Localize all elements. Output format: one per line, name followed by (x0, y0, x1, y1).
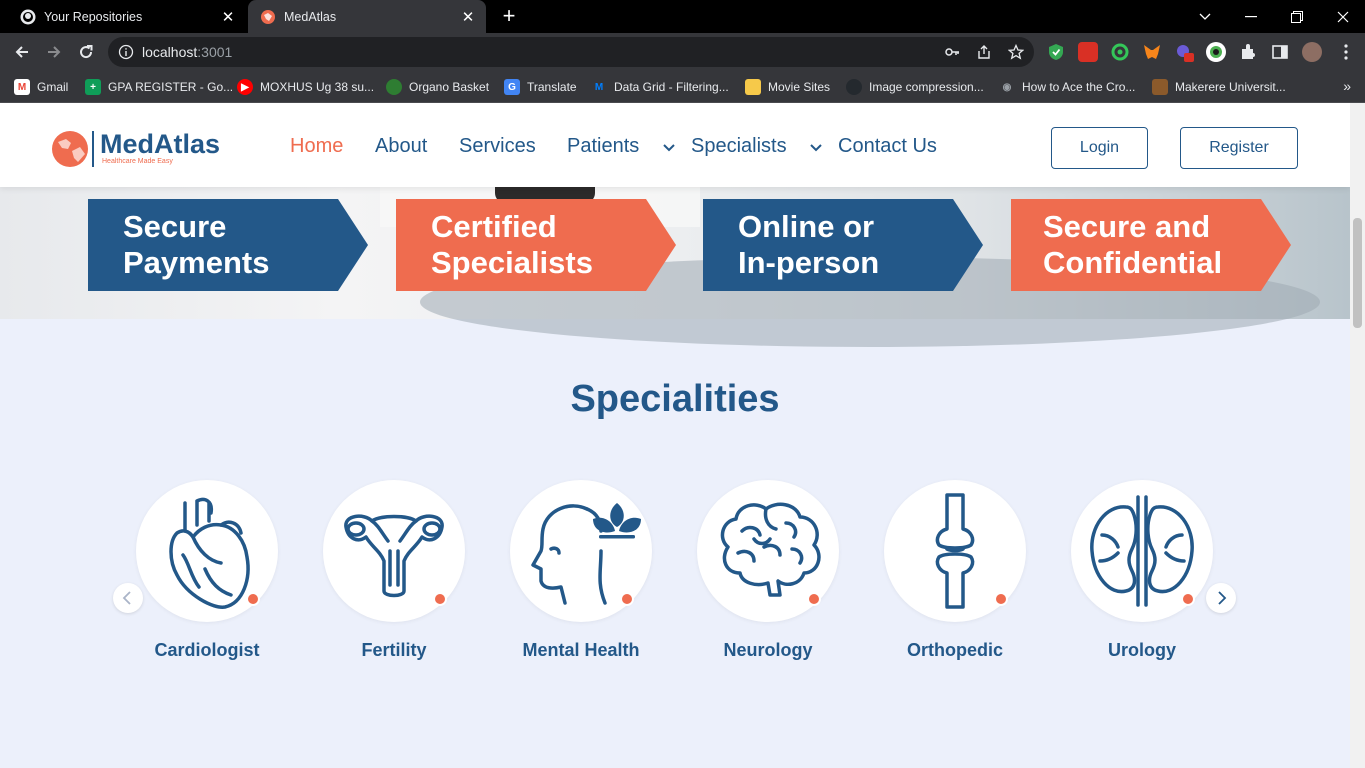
specialists-chevron-down-icon[interactable] (809, 140, 823, 154)
speciality-label: Cardiologist (154, 640, 260, 660)
feature-secure-and-confidential: Secure and Confidential (1011, 199, 1291, 291)
tab-title: Your Repositories (44, 9, 143, 24)
carousel-prev-chevron-icon[interactable] (113, 583, 143, 613)
specialities-heading: Specialities (570, 378, 780, 420)
close-window-icon[interactable] (1320, 0, 1365, 33)
share-icon[interactable] (976, 44, 992, 60)
carousel-next-chevron-icon[interactable] (1206, 583, 1236, 613)
speciality-label: Orthopedic (906, 640, 1003, 660)
speciality-label: Fertility (361, 640, 427, 660)
youtube-icon: ▶ (237, 79, 253, 95)
bookmarks-bar: M Gmail + GPA REGISTER - Go... ▶ MOXHUS … (0, 71, 1365, 103)
tab-medatlas[interactable]: MedAtlas ✕ (248, 0, 486, 33)
logo-name: MedAtlas (100, 129, 221, 159)
mui-icon: M (594, 81, 604, 93)
burst-extension-icon[interactable] (1174, 42, 1194, 62)
speciality-indicator-dot (620, 592, 634, 606)
nav-about[interactable]: About (375, 135, 427, 158)
nav-services[interactable]: Services (459, 135, 536, 158)
green-ring-extension-icon[interactable] (1110, 42, 1130, 62)
register-button[interactable]: Register (1180, 127, 1298, 169)
more-bookmarks-icon[interactable]: » (1343, 78, 1351, 94)
github-icon (846, 79, 862, 95)
page-scrollbar[interactable] (1350, 103, 1365, 768)
metamask-fox-icon[interactable] (1142, 42, 1162, 62)
site-header: MedAtlas Healthcare Made Easy Home About… (0, 103, 1350, 187)
forward-arrow-icon[interactable] (42, 40, 66, 64)
login-button[interactable]: Login (1051, 127, 1148, 169)
eye-icon: ◉ (1002, 81, 1012, 93)
speciality-indicator-dot (433, 592, 447, 606)
bookmark-image-compression[interactable]: Image compression... (846, 77, 984, 97)
nav-specialists[interactable]: Specialists (691, 135, 787, 158)
restore-icon[interactable] (1274, 0, 1320, 33)
speciality-indicator-dot (1181, 592, 1195, 606)
speciality-indicator-dot (246, 592, 260, 606)
bookmark-how-to-ace[interactable]: ◉ How to Ace the Cro... (999, 77, 1136, 97)
back-arrow-icon[interactable] (10, 40, 34, 64)
speciality-label: Urology (1107, 640, 1176, 660)
gmail-icon: M (14, 79, 30, 95)
new-tab-plus-icon[interactable]: + (498, 5, 520, 27)
feature-secure-payments: Secure Payments (88, 199, 368, 291)
url-text: localhost:3001 (142, 44, 233, 60)
nav-patients[interactable]: Patients (567, 135, 639, 158)
translate-icon: G (504, 79, 520, 95)
bookmark-makerere[interactable]: Makerere Universit... (1152, 77, 1286, 97)
logo-tagline: Healthcare Made Easy (102, 158, 173, 165)
circle-extension-icon[interactable] (1206, 42, 1226, 62)
folder-icon (745, 79, 761, 95)
red-extension-icon[interactable] (1078, 42, 1098, 62)
feature-certified-specialists: Certified Specialists (396, 199, 676, 291)
bookmark-star-icon[interactable] (1007, 43, 1025, 60)
patients-chevron-down-icon[interactable] (662, 140, 676, 154)
scrollbar-thumb[interactable] (1353, 218, 1362, 328)
bookmark-moxhus[interactable]: ▶ MOXHUS Ug 38 su... (237, 77, 374, 97)
tab-title: MedAtlas (284, 9, 337, 24)
sheets-icon: + (85, 79, 101, 95)
page-viewport: Secure Payments Certified Specialists On… (0, 103, 1350, 768)
organo-icon (386, 79, 402, 95)
bookmark-data-grid[interactable]: M Data Grid - Filtering... (591, 77, 729, 97)
bookmark-gpa-register[interactable]: + GPA REGISTER - Go... (85, 77, 233, 97)
bookmark-gmail[interactable]: M Gmail (14, 77, 68, 97)
bookmark-translate[interactable]: G Translate (504, 77, 577, 97)
speciality-label: Neurology (723, 640, 813, 660)
puzzle-extensions-icon[interactable] (1238, 42, 1258, 62)
browser-toolbar: localhost:3001 (0, 33, 1365, 71)
close-tab-icon[interactable]: ✕ (216, 5, 240, 29)
tab-your-repositories[interactable]: Your Repositories ✕ (8, 0, 246, 33)
close-tab-icon[interactable]: ✕ (456, 5, 480, 29)
key-icon[interactable] (944, 44, 960, 60)
reload-icon[interactable] (74, 40, 98, 64)
speciality-label: Mental Health (522, 640, 640, 660)
address-bar[interactable]: localhost:3001 (108, 37, 1034, 67)
bookmark-movie-sites[interactable]: Movie Sites (745, 77, 830, 97)
kebab-menu-icon[interactable] (1336, 42, 1356, 62)
nav-home[interactable]: Home (290, 135, 343, 158)
tab-search-chevron-icon[interactable] (1182, 0, 1228, 33)
makerere-icon (1152, 79, 1168, 95)
speciality-indicator-dot (807, 592, 821, 606)
nav-contact-us[interactable]: Contact Us (838, 135, 937, 158)
feature-online-or-in-person: Online or In-person (703, 199, 983, 291)
site-info-icon[interactable] (118, 44, 134, 65)
minimize-icon[interactable] (1228, 0, 1274, 33)
github-icon (20, 9, 36, 25)
bookmark-organo-basket[interactable]: Organo Basket (386, 77, 489, 97)
shield-extension-icon[interactable] (1046, 42, 1066, 62)
profile-avatar[interactable] (1302, 42, 1322, 62)
browser-tab-bar: Your Repositories ✕ MedAtlas ✕ + (0, 0, 1365, 33)
medatlas-favicon (260, 9, 276, 25)
side-panel-icon[interactable] (1270, 42, 1290, 62)
globe-logo-icon (52, 131, 94, 167)
speciality-indicator-dot (994, 592, 1008, 606)
